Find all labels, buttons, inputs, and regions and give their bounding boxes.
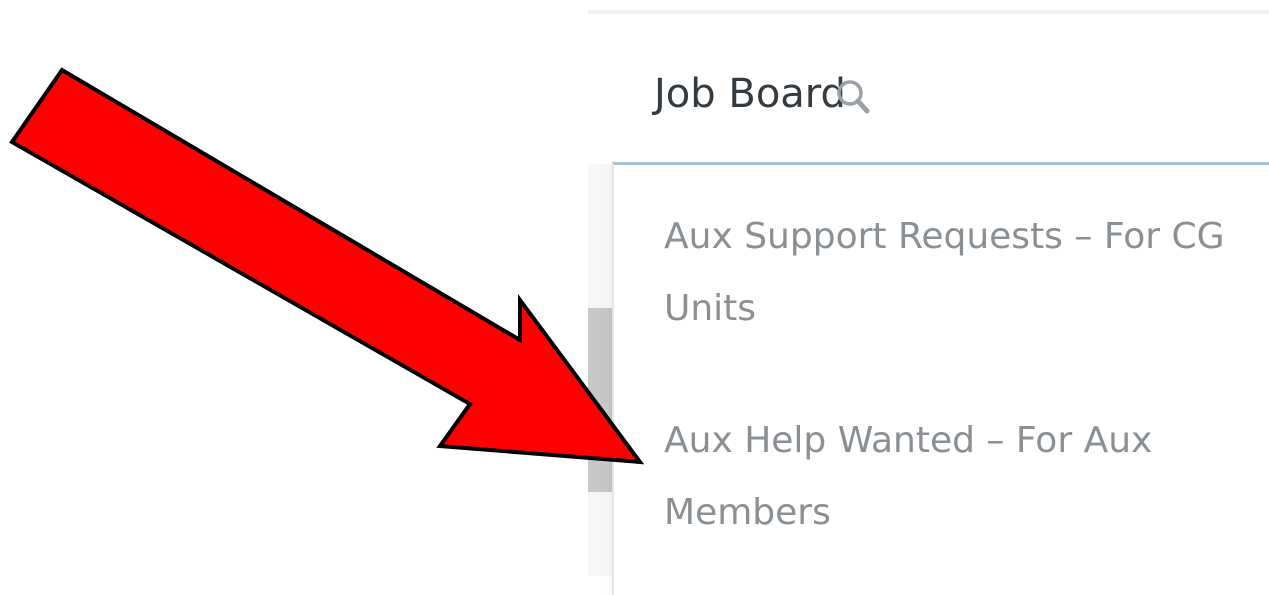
nav-bar: Job Board [588, 14, 1269, 164]
dropdown-item-aux-help-wanted[interactable]: Aux Help Wanted – For Aux Members [664, 405, 1264, 549]
job-board-dropdown: Aux Support Requests – For CG Units Aux … [612, 162, 1269, 595]
scrollbar-thumb[interactable] [588, 308, 614, 492]
search-icon[interactable] [833, 76, 877, 120]
dropdown-item-aux-support-requests[interactable]: Aux Support Requests – For CG Units [664, 201, 1264, 345]
nav-item-job-board[interactable]: Job Board [654, 70, 846, 118]
